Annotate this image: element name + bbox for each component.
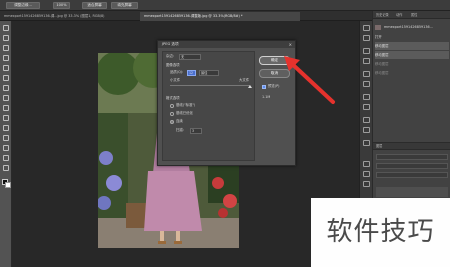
matte-select[interactable]: 无 bbox=[179, 54, 201, 60]
format-optimized-radio[interactable] bbox=[170, 112, 174, 116]
crop-tool-icon[interactable] bbox=[3, 65, 9, 71]
quality-input[interactable]: 12 bbox=[187, 70, 196, 76]
quality-preset-select[interactable]: 最佳 bbox=[199, 70, 219, 76]
scans-label: 扫描: bbox=[176, 128, 184, 132]
clone-source-panel-icon[interactable] bbox=[363, 81, 370, 87]
quick-select-tool-icon[interactable] bbox=[3, 55, 9, 61]
layer-row[interactable] bbox=[376, 187, 448, 197]
blend-mode-select[interactable] bbox=[376, 163, 448, 169]
format-option-label: 基线("标准") bbox=[176, 103, 196, 107]
document-tab-label: mmexport1591426859136-调整版.jpg @ 33.3%(RG… bbox=[144, 14, 243, 18]
paragraph-panel-icon[interactable] bbox=[363, 104, 370, 110]
channels-panel-icon[interactable] bbox=[363, 171, 370, 177]
history-item-label: 移动图层 bbox=[375, 53, 389, 57]
history-panel-icon[interactable] bbox=[363, 25, 370, 31]
format-option-label: 基线已优化 bbox=[176, 111, 193, 115]
styles-panel-icon[interactable] bbox=[363, 127, 370, 133]
history-item-label: 移动图层 bbox=[375, 44, 389, 48]
eyedropper-tool-icon[interactable] bbox=[3, 75, 9, 81]
background-color-swatch[interactable] bbox=[5, 182, 11, 188]
eraser-tool-icon[interactable] bbox=[3, 115, 9, 121]
brush-panel-icon[interactable] bbox=[363, 71, 370, 77]
format-option-label: 连续 bbox=[176, 119, 183, 123]
tab-history[interactable]: 历史记录 bbox=[376, 12, 389, 18]
properties-panel-icon[interactable] bbox=[363, 48, 370, 54]
scans-select[interactable]: 3 bbox=[190, 128, 202, 134]
adjustments-panel-icon[interactable] bbox=[363, 140, 370, 146]
tab-actions[interactable]: 动作 bbox=[396, 12, 402, 18]
marquee-tool-icon[interactable] bbox=[3, 35, 9, 41]
annotation-arrow-icon bbox=[284, 56, 335, 104]
paths-panel-icon[interactable] bbox=[363, 181, 370, 187]
lasso-tool-icon[interactable] bbox=[3, 45, 9, 51]
format-baseline-radio[interactable] bbox=[170, 104, 174, 108]
history-item[interactable]: 移动图层 bbox=[375, 51, 449, 59]
pen-tool-icon[interactable] bbox=[3, 135, 9, 141]
history-snapshot[interactable]: mmexport1591426859136... bbox=[375, 23, 449, 31]
quality-slider-knob[interactable] bbox=[248, 85, 252, 88]
clone-stamp-tool-icon[interactable] bbox=[3, 105, 9, 111]
options-bar: 调整边缘... 100% 适合屏幕 填充屏幕 bbox=[0, 0, 450, 11]
image-options-heading: 图像选项 bbox=[166, 63, 180, 67]
tools-panel bbox=[0, 21, 12, 267]
history-item[interactable]: 打开 bbox=[375, 33, 449, 41]
document-tab-active[interactable]: mmexport1591426859136-调整版.jpg @ 33.3%(RG… bbox=[140, 12, 300, 21]
format-progressive-radio[interactable] bbox=[170, 120, 174, 124]
actions-panel-icon[interactable] bbox=[363, 35, 370, 41]
hand-tool-icon[interactable] bbox=[3, 155, 9, 161]
zoom-100-button[interactable]: 100% bbox=[53, 2, 70, 9]
history-item-label: 移动图层 bbox=[375, 62, 389, 66]
zoom-tool-icon[interactable] bbox=[3, 165, 9, 171]
history-item[interactable]: 移动图层 bbox=[375, 42, 449, 50]
snapshot-thumbnail bbox=[375, 24, 381, 30]
healing-brush-tool-icon[interactable] bbox=[3, 85, 9, 91]
character-panel-icon[interactable] bbox=[363, 94, 370, 100]
info-panel-icon[interactable] bbox=[363, 58, 370, 64]
layer-filter-field[interactable] bbox=[376, 154, 448, 160]
large-file-label: 大文件 bbox=[239, 78, 250, 82]
tab-properties[interactable]: 属性 bbox=[411, 12, 417, 18]
matte-label: 杂边: bbox=[166, 54, 174, 58]
layers-panel-header: 图层 bbox=[373, 142, 450, 150]
history-item-label: 移动图层 bbox=[375, 71, 389, 75]
dialog-title: JPEG 选项 bbox=[158, 41, 295, 48]
photoshop-window: 调整边缘... 100% 适合屏幕 填充屏幕 mmexport159142685… bbox=[0, 0, 450, 267]
document-tab-bar: mmexport1591426859136-调...jpg @ 33.3% (图… bbox=[0, 11, 372, 21]
fit-screen-button[interactable]: 适合屏幕 bbox=[82, 2, 107, 9]
jpeg-options-dialog: JPEG 选项 × 杂边: 无 图像选项 品质(Q): 12 最佳 小文件 大文… bbox=[157, 40, 296, 166]
file-size-readout: 1.1M bbox=[262, 95, 271, 99]
format-options-heading: 格式选项 bbox=[166, 96, 180, 100]
fill-screen-button[interactable]: 填充屏幕 bbox=[111, 2, 138, 9]
tab-layers[interactable]: 图层 bbox=[376, 143, 382, 149]
small-file-label: 小文件 bbox=[170, 78, 181, 82]
dialog-options-area: 杂边: 无 图像选项 品质(Q): 12 最佳 小文件 大文件 格式选项 基线(… bbox=[162, 51, 255, 161]
history-item[interactable]: 移动图层 bbox=[375, 69, 449, 77]
gradient-tool-icon[interactable] bbox=[3, 125, 9, 131]
quality-label: 品质(Q): bbox=[170, 70, 184, 74]
refine-edge-button[interactable]: 调整边缘... bbox=[6, 2, 40, 9]
close-icon[interactable]: × bbox=[289, 41, 292, 48]
preview-label: 预览(P) bbox=[268, 84, 280, 88]
history-panel-tabs: 历史记录 动作 属性 bbox=[373, 11, 450, 19]
document-tab-label: mmexport1591426859136-调...jpg @ 33.3% (图… bbox=[4, 14, 105, 18]
history-item-label: 打开 bbox=[375, 35, 382, 39]
arrow-shaft bbox=[288, 60, 335, 104]
watermark: 软件技巧 bbox=[311, 198, 450, 267]
move-tool-icon[interactable] bbox=[3, 25, 9, 31]
type-tool-icon[interactable] bbox=[3, 145, 9, 151]
brush-tool-icon[interactable] bbox=[3, 95, 9, 101]
quality-slider-track[interactable] bbox=[170, 85, 250, 86]
document-tab[interactable]: mmexport1591426859136-调...jpg @ 33.3% (图… bbox=[0, 12, 140, 21]
history-item[interactable]: 移动图层 bbox=[375, 60, 449, 68]
history-item-label: mmexport1591426859136... bbox=[384, 25, 433, 29]
layers-panel-icon[interactable] bbox=[363, 161, 370, 167]
swatches-panel-icon[interactable] bbox=[363, 117, 370, 123]
preview-checkbox[interactable] bbox=[262, 85, 266, 89]
lock-row[interactable] bbox=[376, 172, 448, 178]
